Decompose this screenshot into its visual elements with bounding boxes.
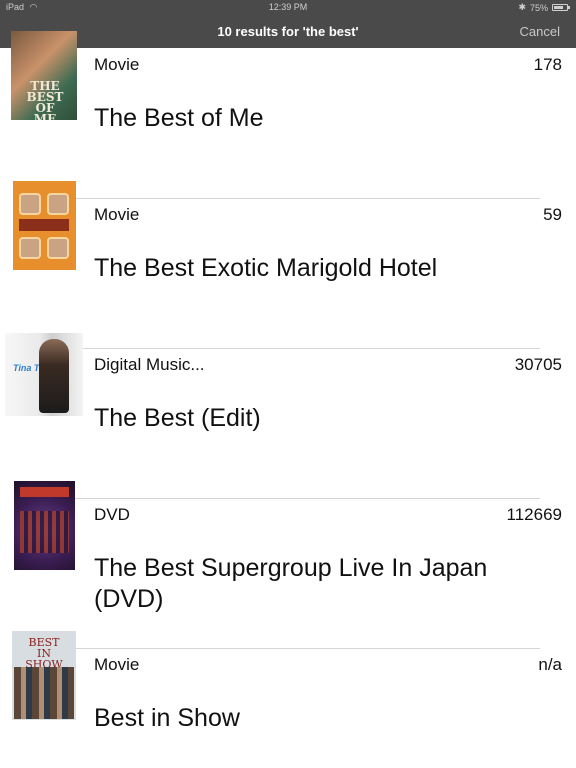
- battery-icon: [552, 4, 570, 11]
- poster-face: [47, 193, 69, 215]
- poster-face: [19, 237, 41, 259]
- bluetooth-icon: ✱: [518, 2, 526, 12]
- result-title: Best in Show: [94, 704, 240, 732]
- album-cover-figure: [39, 339, 69, 413]
- dvd-cover-image: [20, 511, 69, 553]
- status-bar: iPad ◠ 12:39 PM ✱ 75%: [0, 0, 576, 16]
- result-row[interactable]: Movie 178 The Best of Me: [0, 48, 576, 198]
- row-separator: [36, 198, 540, 199]
- cancel-button[interactable]: Cancel: [520, 24, 560, 39]
- navigation-bar: 10 results for 'the best' Cancel: [0, 16, 576, 48]
- poster-face: [47, 237, 69, 259]
- poster-cast-image: [14, 667, 74, 719]
- result-row[interactable]: Movie n/a Best in Show: [0, 648, 576, 768]
- row-separator: [36, 498, 540, 499]
- poster-title-text: THE BEST OF ME: [26, 79, 64, 120]
- result-count: 59: [543, 205, 562, 224]
- result-count: 30705: [514, 355, 562, 374]
- result-title: The Best Supergroup Live In Japan (DVD): [94, 554, 488, 613]
- result-title: The Best Exotic Marigold Hotel: [94, 254, 438, 282]
- result-row[interactable]: Digital Music... 30705 The Best (Edit): [0, 348, 576, 498]
- poster-title-text: BEST IN SHOW: [25, 636, 63, 671]
- result-category: Movie: [94, 205, 140, 224]
- results-title: 10 results for 'the best': [217, 24, 359, 39]
- result-row[interactable]: Movie 59 The Best Exotic Marigold Hotel: [0, 198, 576, 348]
- result-count: 112669: [506, 505, 562, 524]
- movie-poster-thumbnail[interactable]: BEST IN SHOW: [12, 631, 76, 720]
- row-separator: [36, 648, 540, 649]
- result-row[interactable]: DVD 112669 The Best Supergroup Live In J…: [0, 498, 576, 648]
- battery-percent: 75%: [529, 2, 548, 13]
- movie-poster-thumbnail[interactable]: THE BEST OF ME: [11, 31, 77, 120]
- result-category: Digital Music...: [94, 355, 205, 374]
- movie-poster-thumbnail[interactable]: [13, 181, 76, 270]
- result-title: The Best (Edit): [94, 404, 261, 432]
- dvd-cover-banner: [20, 487, 69, 497]
- result-category: Movie: [94, 655, 140, 674]
- results-list: Movie 178 The Best of Me Movie 59 The Be…: [0, 48, 576, 768]
- album-cover-thumbnail[interactable]: Tina Turner: [5, 333, 83, 416]
- poster-face: [19, 193, 41, 215]
- dvd-cover-thumbnail[interactable]: [14, 481, 75, 570]
- row-separator: [36, 348, 540, 349]
- result-category: DVD: [94, 505, 130, 524]
- status-time: 12:39 PM: [268, 2, 308, 12]
- poster-banner: [19, 219, 69, 231]
- result-title: The Best of Me: [94, 104, 264, 132]
- result-category: Movie: [94, 55, 140, 74]
- result-count: 178: [533, 55, 562, 74]
- status-right: ✱ 75%: [518, 2, 570, 13]
- result-count: n/a: [538, 655, 562, 674]
